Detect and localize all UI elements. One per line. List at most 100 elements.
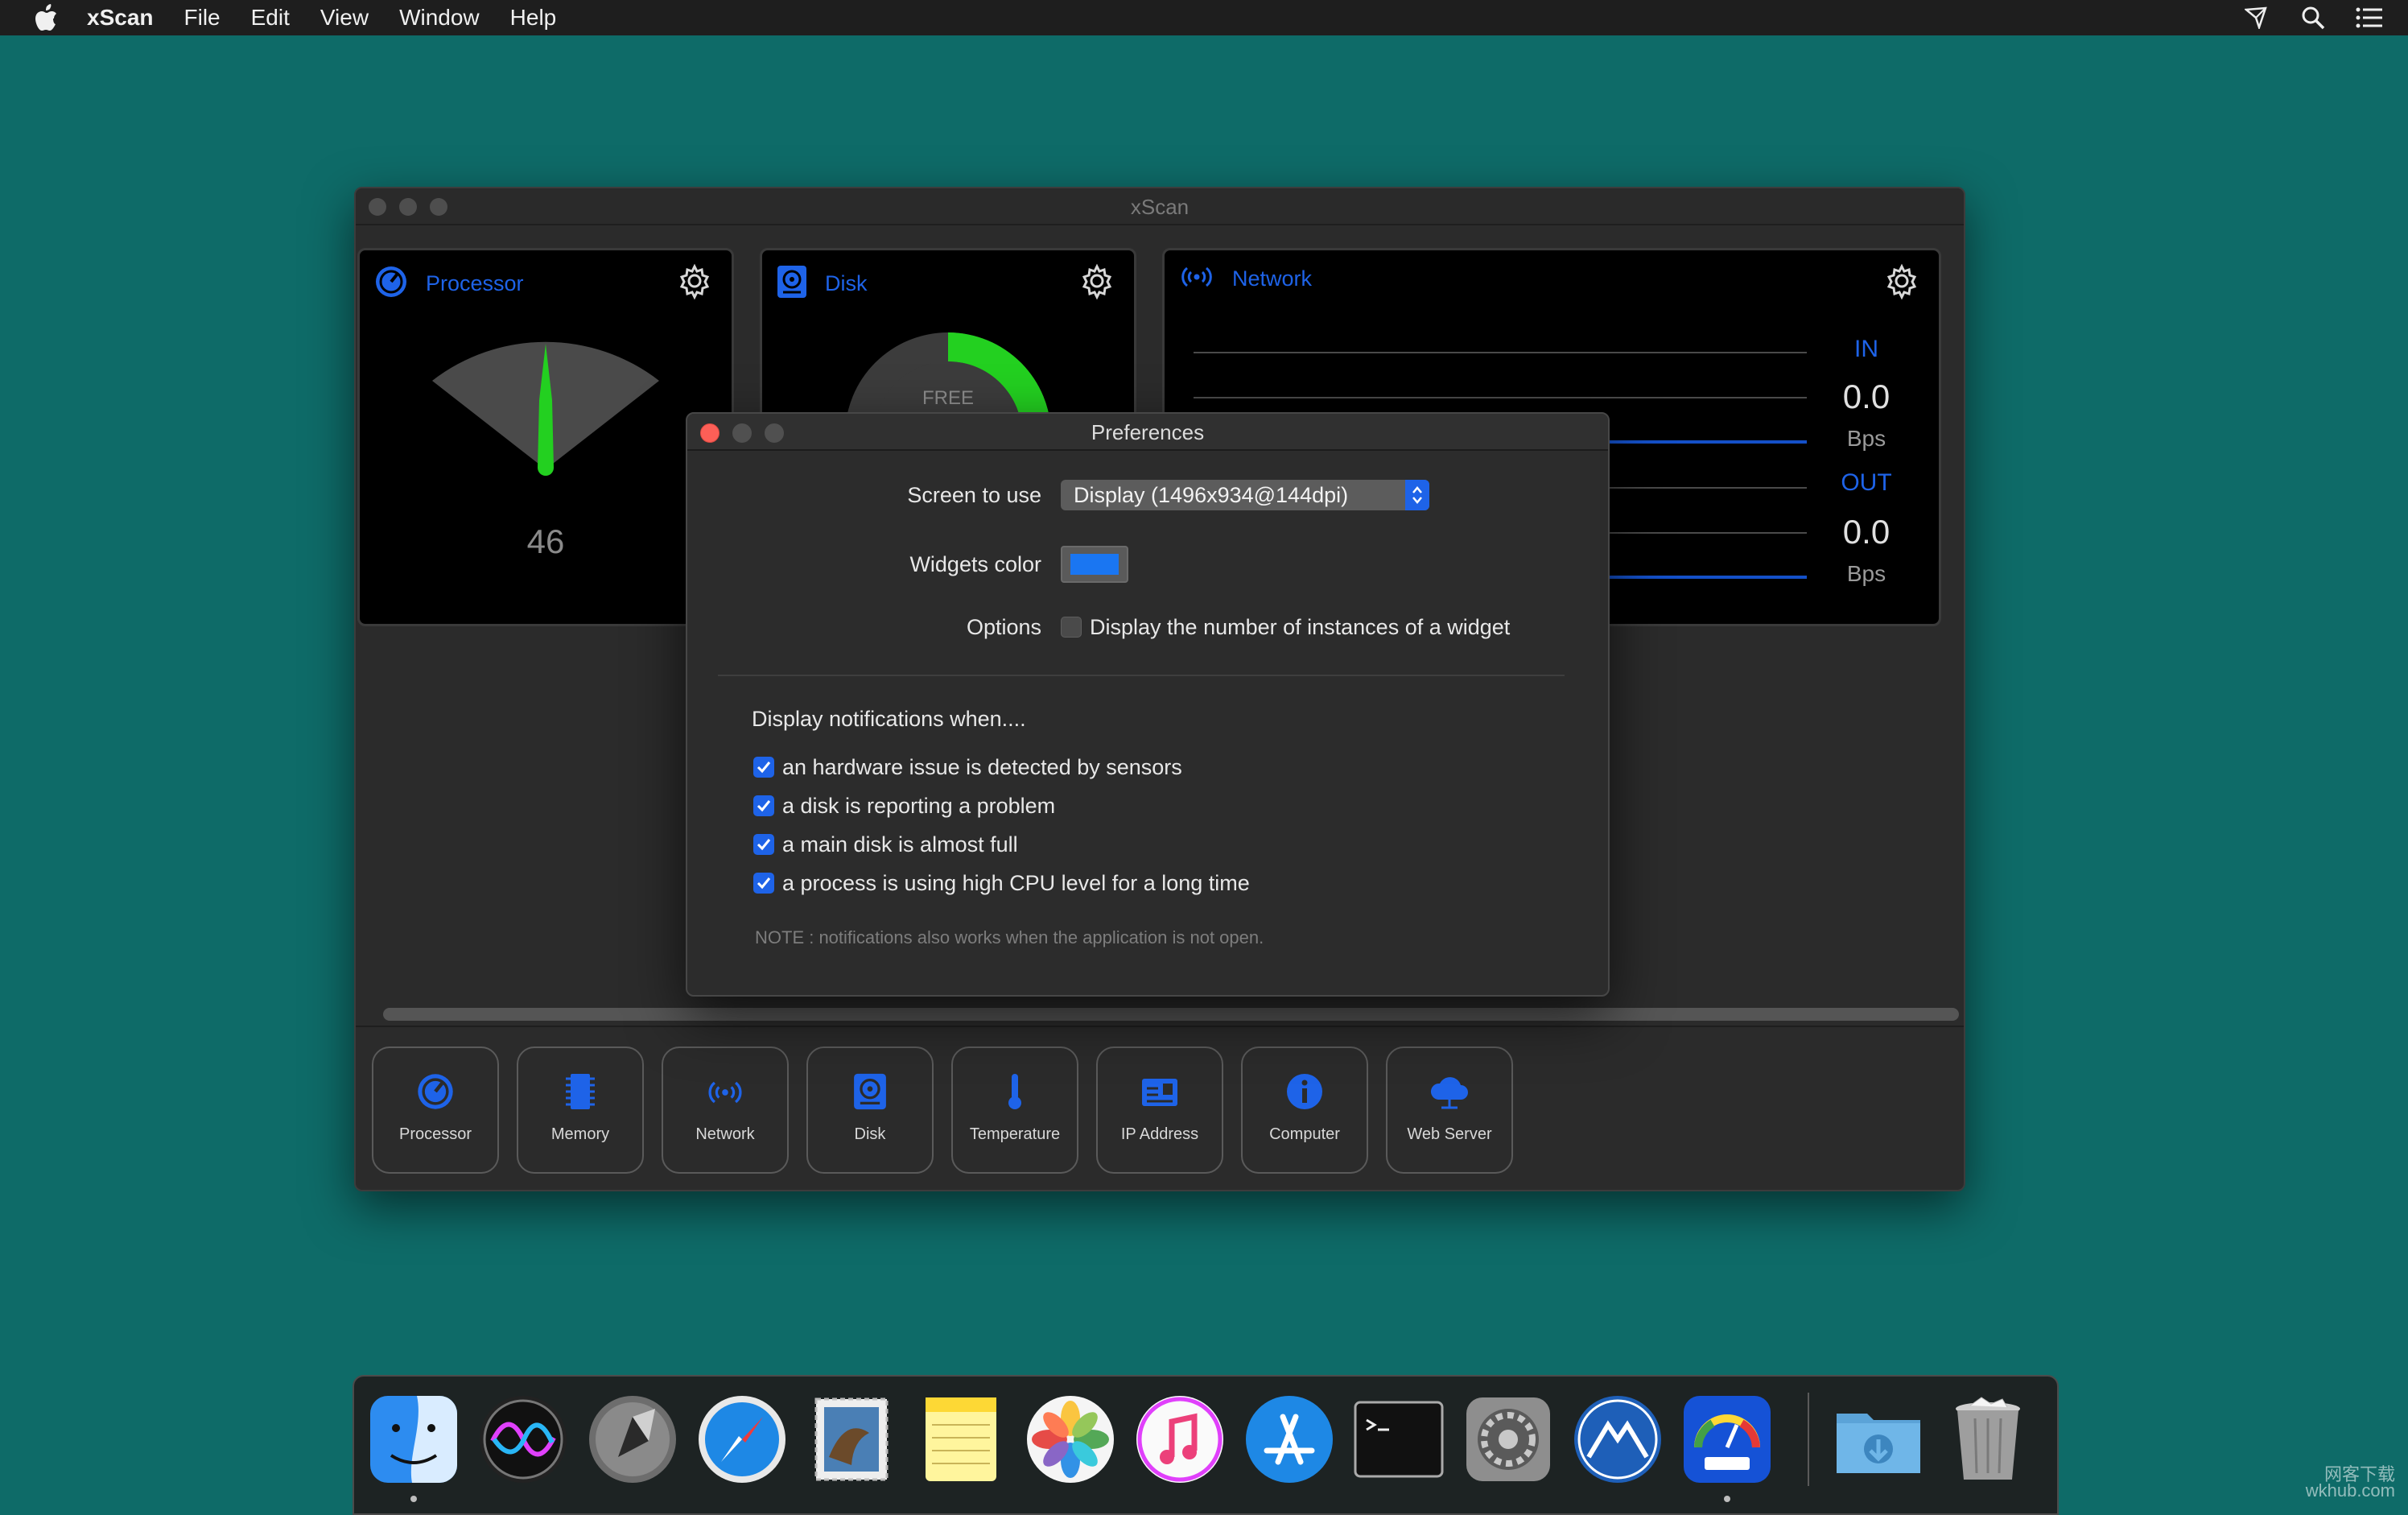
widgets-color-swatch xyxy=(1070,554,1119,575)
checkmark-icon xyxy=(757,800,771,812)
system-preferences-icon[interactable] xyxy=(1462,1393,1555,1486)
notify-hardware-checkbox[interactable] xyxy=(753,757,774,778)
processor-icon xyxy=(418,1074,453,1109)
notify-hardware-label: an hardware issue is detected by sensors xyxy=(782,755,1182,779)
network-out-unit: Bps xyxy=(1846,561,1886,586)
window-title: xScan xyxy=(1130,195,1190,219)
shelf-tile-computer[interactable]: Computer xyxy=(1241,1046,1368,1174)
shelf-tile-label: Temperature xyxy=(969,1125,1061,1143)
xscan-app-icon[interactable] xyxy=(1680,1393,1774,1486)
processor-gauge xyxy=(432,341,659,476)
info-icon xyxy=(1287,1074,1322,1109)
ip-address-icon xyxy=(1142,1079,1177,1106)
popup-chevrons-icon xyxy=(1405,480,1429,510)
notes-icon[interactable] xyxy=(914,1393,1008,1486)
dock-separator xyxy=(1808,1393,1809,1486)
horizontal-scrollbar[interactable] xyxy=(383,1008,1959,1021)
shelf-tile-label: Computer xyxy=(1269,1125,1340,1143)
network-widget-title: Network xyxy=(1232,266,1313,291)
terminal-icon[interactable] xyxy=(1352,1393,1445,1486)
instances-checkbox[interactable] xyxy=(1061,617,1082,638)
shelf-tile-ip-address[interactable]: IP Address xyxy=(1096,1046,1223,1174)
launchpad-icon[interactable] xyxy=(586,1393,679,1486)
notify-disk-problem-label: a disk is reporting a problem xyxy=(782,794,1056,818)
xscan-running-indicator xyxy=(1724,1496,1730,1502)
screen-to-use-label: Screen to use xyxy=(907,483,1041,507)
checkmark-icon xyxy=(757,839,771,851)
notify-disk-full-checkbox[interactable] xyxy=(753,834,774,855)
disk-icon xyxy=(854,1073,886,1110)
menu-edit[interactable]: Edit xyxy=(251,5,290,31)
preferences-titlebar[interactable]: Preferences xyxy=(687,414,1608,451)
menu-app-name[interactable]: xScan xyxy=(87,5,154,31)
shelf-tile-memory[interactable]: Memory xyxy=(517,1046,644,1174)
preferences-title: Preferences xyxy=(1091,420,1205,444)
mail-stamp-icon[interactable] xyxy=(805,1393,898,1486)
siri-icon[interactable] xyxy=(476,1393,570,1486)
menu-help[interactable]: Help xyxy=(510,5,557,31)
app-store-icon[interactable] xyxy=(1243,1393,1336,1486)
preferences-window: Preferences Screen to use Display (1496x… xyxy=(686,412,1610,997)
notify-disk-full-label: a main disk is almost full xyxy=(782,832,1018,857)
trash-icon[interactable] xyxy=(1941,1393,2035,1486)
network-settings-gear-icon[interactable] xyxy=(1882,262,1921,300)
network-out-value: 0.0 xyxy=(1842,513,1891,551)
screen-to-use-value: Display (1496x934@144dpi) xyxy=(1074,482,1349,507)
widget-shelf-divider xyxy=(356,1026,1964,1027)
processor-value: 46 xyxy=(526,522,565,560)
network-icon xyxy=(1179,265,1214,293)
thermometer-icon xyxy=(1008,1074,1021,1109)
shelf-tile-label: Network xyxy=(695,1125,755,1143)
window-titlebar[interactable]: xScan xyxy=(356,188,1964,225)
notification-center-icon[interactable] xyxy=(2355,3,2384,32)
apple-menu-icon[interactable] xyxy=(31,2,63,34)
shelf-tile-label: Web Server xyxy=(1407,1125,1492,1143)
watermark: 网客下载 wkhub.com xyxy=(2306,1466,2395,1500)
memory-icon xyxy=(566,1074,595,1109)
notifications-heading: Display notifications when.... xyxy=(752,707,1026,731)
downloads-folder-icon[interactable] xyxy=(1832,1393,1925,1486)
status-menu-icon[interactable] xyxy=(2242,3,2271,32)
shelf-tile-label: IP Address xyxy=(1120,1125,1199,1143)
network-out-label: OUT xyxy=(1841,469,1892,496)
mountain-app-icon[interactable] xyxy=(1571,1393,1664,1486)
network-in-label: IN xyxy=(1854,336,1878,362)
notify-high-cpu-checkbox[interactable] xyxy=(753,873,774,894)
cloud-icon xyxy=(1430,1077,1468,1109)
shelf-tile-label: Memory xyxy=(550,1125,610,1143)
widgets-color-well[interactable] xyxy=(1061,546,1128,583)
shelf-tile-network[interactable]: Network xyxy=(662,1046,789,1174)
notify-high-cpu-label: a process is using high CPU level for a … xyxy=(782,871,1250,895)
instances-checkbox-label: Display the number of instances of a wid… xyxy=(1090,615,1511,639)
shelf-tile-web-server[interactable]: Web Server xyxy=(1386,1046,1513,1174)
checkmark-icon xyxy=(757,762,771,774)
screen-to-use-popup[interactable]: Display (1496x934@144dpi) xyxy=(1061,480,1429,510)
menu-bar: xScan File Edit View Window Help xyxy=(0,0,2408,35)
shelf-tile-label: Processor xyxy=(398,1125,472,1143)
shelf-tile-temperature[interactable]: Temperature xyxy=(951,1046,1078,1174)
dock xyxy=(353,1375,2059,1515)
menu-view[interactable]: View xyxy=(320,5,369,31)
shelf-tile-disk[interactable]: Disk xyxy=(806,1046,934,1174)
options-label: Options xyxy=(966,615,1041,639)
network-in-grid-line xyxy=(1194,397,1807,398)
menu-window[interactable]: Window xyxy=(399,5,480,31)
shelf-tile-label: Disk xyxy=(854,1125,886,1143)
finder-icon[interactable] xyxy=(367,1393,460,1486)
network-in-value: 0.0 xyxy=(1842,378,1891,415)
spotlight-search-icon[interactable] xyxy=(2299,3,2328,32)
itunes-icon[interactable] xyxy=(1133,1393,1227,1486)
notify-disk-problem-checkbox[interactable] xyxy=(753,795,774,816)
disk-gauge-label: FREE xyxy=(922,387,974,409)
network-in-grid-line xyxy=(1194,352,1807,353)
photos-icon[interactable] xyxy=(1024,1393,1117,1486)
safari-icon[interactable] xyxy=(695,1393,789,1486)
shelf-tile-processor[interactable]: Processor xyxy=(372,1046,499,1174)
preferences-separator xyxy=(718,675,1565,676)
notifications-note: NOTE : notifications also works when the… xyxy=(755,927,1264,947)
network-icon xyxy=(708,1081,742,1104)
processor-widget[interactable]: Processor 46 xyxy=(357,248,734,626)
finder-running-indicator xyxy=(410,1496,417,1502)
menu-file[interactable]: File xyxy=(184,5,221,31)
checkmark-icon xyxy=(757,877,771,890)
